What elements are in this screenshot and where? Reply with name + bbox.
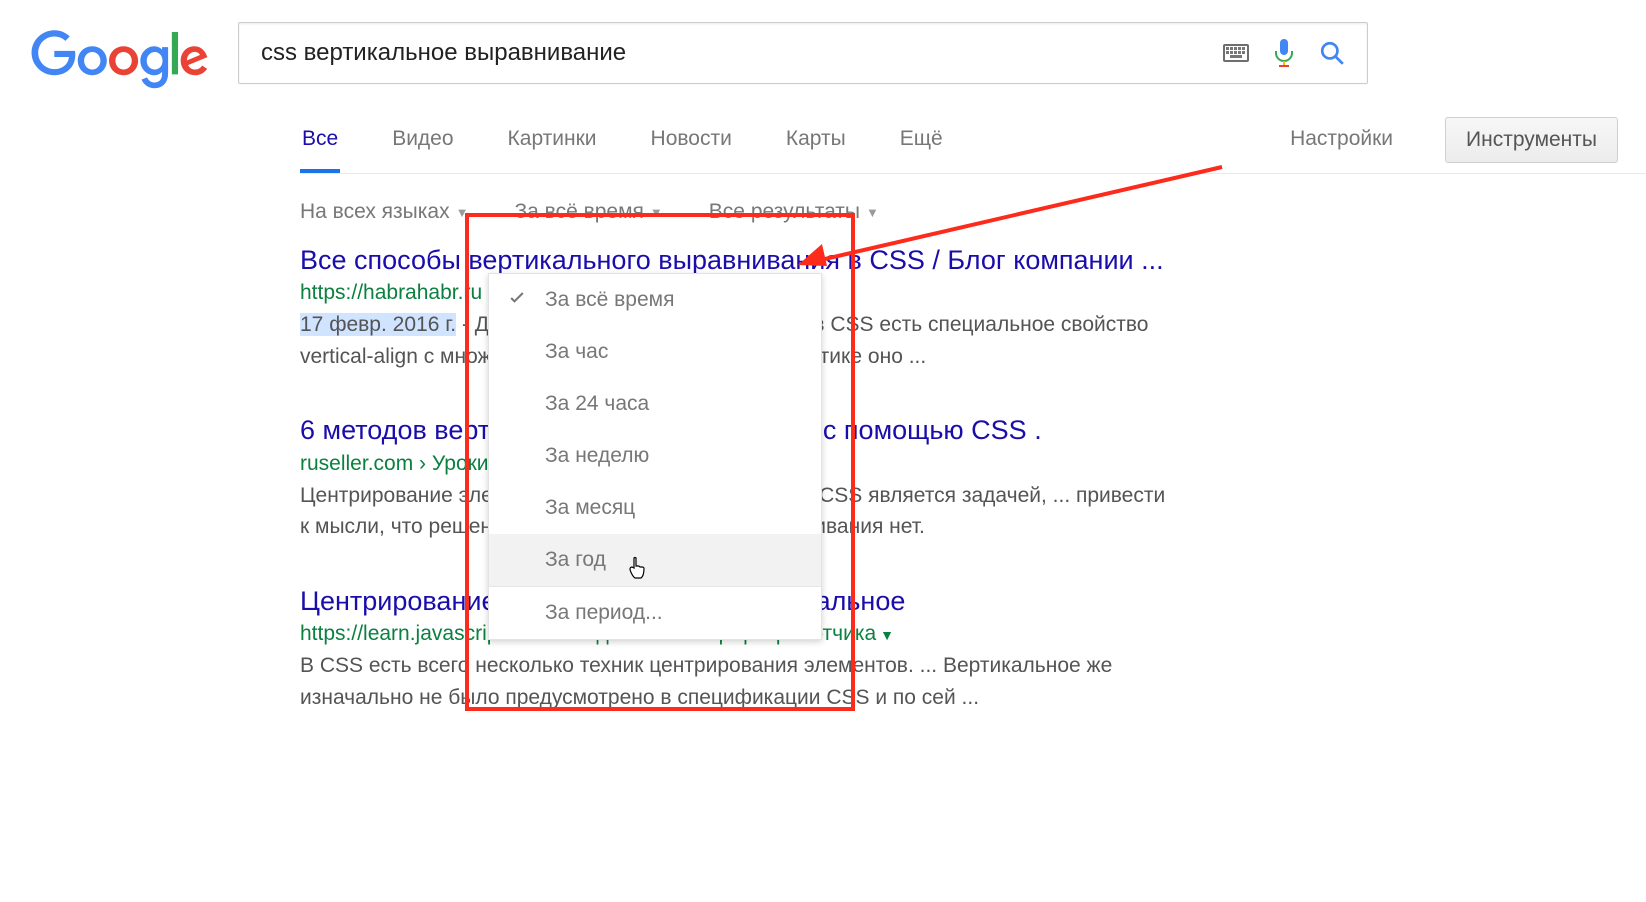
tab-images[interactable]: Картинки [506,115,599,173]
tab-more[interactable]: Ещё [898,115,945,173]
tab-settings[interactable]: Настройки [1288,115,1395,173]
filter-label: На всех языках [300,200,450,224]
search-input[interactable] [261,39,1209,67]
filter-label: За всё время [514,200,643,224]
check-icon [507,288,527,308]
result-title-link[interactable]: Все способы вертикального выравнивания в… [300,245,1164,275]
dropdown-item-month[interactable]: За месяц [489,482,821,534]
filter-language[interactable]: На всех языках ▼ [300,200,468,224]
cursor-pointer-icon [628,556,646,582]
result-date: 17 февр. 2016 г. [300,313,456,336]
tools-button[interactable]: Инструменты [1445,117,1618,163]
dropdown-item-24h[interactable]: За 24 часа [489,378,821,430]
dropdown-item-year[interactable]: За год [489,534,821,586]
search-icon[interactable] [1311,32,1353,74]
tab-all[interactable]: Все [300,115,340,173]
filter-label: Все результаты [709,200,860,224]
caret-down-icon: ▼ [650,205,663,220]
caret-down-icon: ▼ [866,205,879,220]
dropdown-item-all-time[interactable]: За всё время [489,274,821,326]
tab-news[interactable]: Новости [649,115,734,173]
dropdown-item-range[interactable]: За период... [489,587,821,639]
dropdown-item-hour[interactable]: За час [489,326,821,378]
tab-video[interactable]: Видео [390,115,455,173]
time-filter-dropdown: За всё время За час За 24 часа За неделю… [488,273,822,640]
filter-time[interactable]: За всё время ▼ [514,200,662,224]
result-snippet: В CSS есть всего несколько техник центри… [300,650,1180,713]
caret-down-icon[interactable]: ▼ [880,627,894,643]
dropdown-item-week[interactable]: За неделю [489,430,821,482]
search-box[interactable] [238,22,1368,84]
tab-maps[interactable]: Карты [784,115,848,173]
filter-results[interactable]: Все результаты ▼ [709,200,879,224]
keyboard-icon[interactable] [1215,32,1257,74]
google-logo[interactable] [30,30,210,95]
voice-search-icon[interactable] [1263,32,1305,74]
caret-down-icon: ▼ [456,205,469,220]
